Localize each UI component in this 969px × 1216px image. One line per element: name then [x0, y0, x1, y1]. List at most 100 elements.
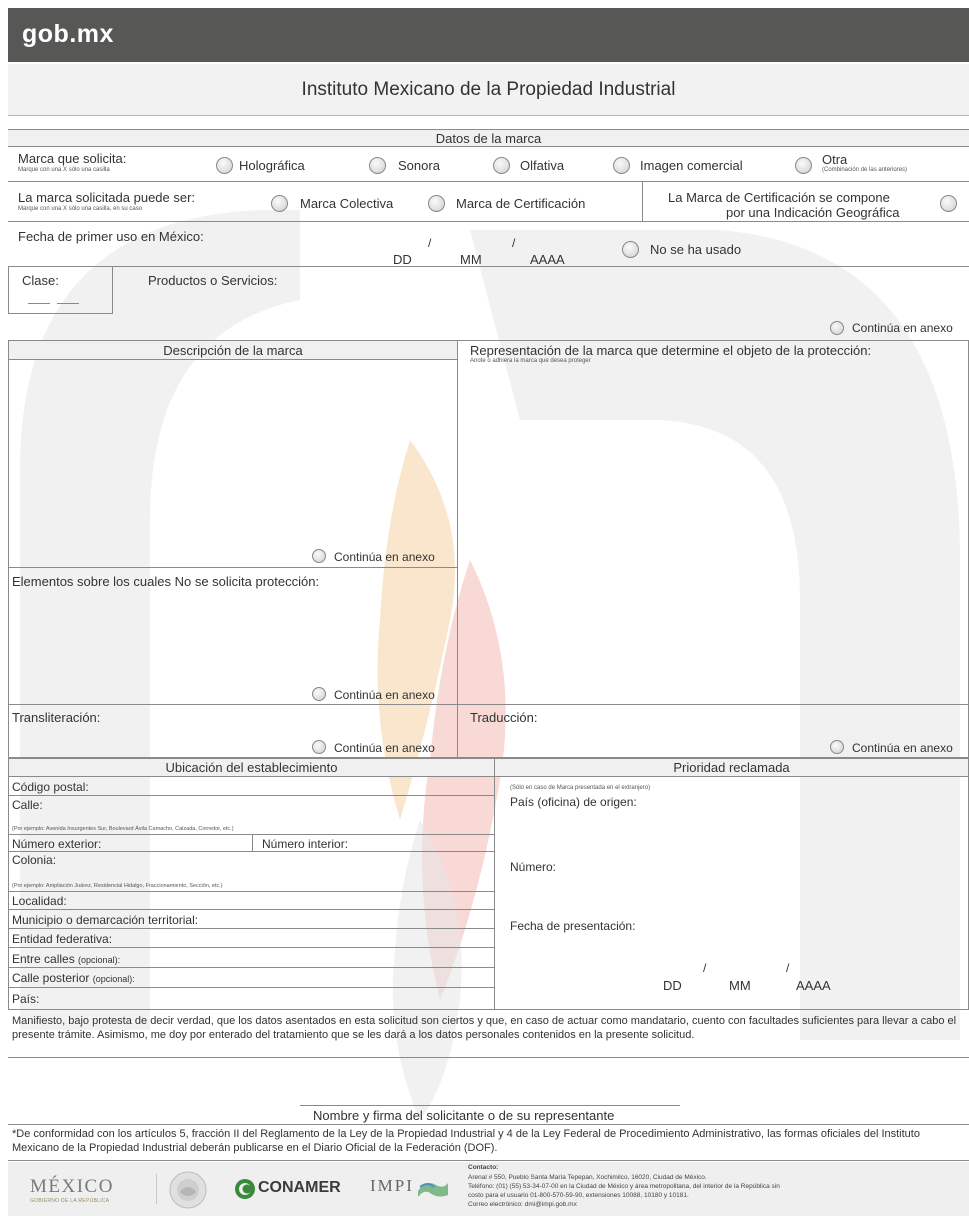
- mexico-logo: MÉXICO: [30, 1176, 114, 1197]
- divider: [8, 221, 969, 222]
- divider: [457, 340, 458, 758]
- anexo-descripcion-label: Continúa en anexo: [334, 550, 435, 564]
- radio-marca-colectiva[interactable]: [271, 195, 288, 212]
- divider: [8, 891, 495, 892]
- contacto-telefono: Teléfono: (01) (55) 53-34-07-00 en la Ci…: [468, 1183, 780, 1190]
- representacion-title: Representación de la marca que determine…: [470, 343, 872, 358]
- radio-otra[interactable]: [795, 157, 812, 174]
- impi-logo: IMPI: [370, 1176, 414, 1195]
- divider: [8, 967, 495, 968]
- radio-holografica[interactable]: [216, 157, 233, 174]
- elementos-label: Elementos sobre los cuales No se solicit…: [12, 574, 320, 589]
- prioridad-title: Prioridad reclamada: [495, 759, 968, 777]
- option-imagen-comercial: Imagen comercial: [640, 158, 743, 173]
- section-datos-marca: Datos de la marca: [8, 129, 969, 147]
- calle-posterior-label: Calle posterior (opcional):: [12, 971, 135, 985]
- divider: [8, 181, 969, 182]
- radio-anexo-traduccion[interactable]: [830, 740, 844, 754]
- descripcion-area: [8, 340, 969, 758]
- opcional-hint: (opcional):: [78, 955, 121, 965]
- geo-label-1: La Marca de Certificación se compone: [668, 190, 890, 205]
- geo-label-2: por una Indicación Geográfica: [726, 205, 900, 220]
- clase-label: Clase:: [22, 273, 59, 288]
- municipio-label: Municipio o demarcación territorial:: [12, 913, 199, 927]
- option-olfativa: Olfativa: [520, 158, 565, 173]
- radio-anexo-descripcion[interactable]: [312, 549, 326, 563]
- dd-label: DD: [393, 252, 412, 267]
- radio-marca-certificacion[interactable]: [428, 195, 445, 212]
- productos-label: Productos o Servicios:: [148, 273, 278, 288]
- radio-imagen-comercial[interactable]: [613, 157, 630, 174]
- anexo-productos-label: Continúa en anexo: [852, 321, 953, 335]
- no-usado-label: No se ha usado: [650, 242, 742, 257]
- prioridad-mm: MM: [729, 978, 751, 993]
- date-slash: /: [428, 236, 432, 250]
- fecha-presentacion-label: Fecha de presentación:: [510, 919, 636, 933]
- footer: MÉXICO GOBIERNO DE LA REPÚBLICA CONAMER …: [8, 1162, 969, 1216]
- marca-solicita-label: Marca que solicita:: [18, 151, 127, 166]
- form-page: gob.mx Instituto Mexicano de la Propieda…: [0, 0, 969, 1216]
- date-slash: /: [786, 961, 790, 975]
- numero-interior-label: Número interior:: [262, 837, 349, 851]
- otra-hint: (Combinación de las anteriores): [822, 167, 908, 173]
- marca-solicita-hint: Marque con una X sólo una casilla: [18, 167, 110, 173]
- anexo-traduccion-label: Continúa en anexo: [852, 741, 953, 755]
- colonia-label: Colonia:: [12, 853, 57, 867]
- option-holografica: Holográfica: [239, 158, 305, 173]
- radio-no-usado[interactable]: [622, 241, 639, 258]
- date-slash: /: [512, 236, 516, 250]
- option-marca-certificacion: Marca de Certificación: [456, 196, 586, 211]
- divider: [8, 795, 495, 796]
- pais-label: País:: [12, 992, 40, 1006]
- page-title: Instituto Mexicano de la Propiedad Indus…: [8, 64, 969, 116]
- clase-line: [28, 303, 50, 304]
- radio-olfativa[interactable]: [493, 157, 510, 174]
- footer-divider: [156, 1174, 157, 1204]
- date-slash: /: [703, 961, 707, 975]
- radio-sonora[interactable]: [369, 157, 386, 174]
- manifiesto-text: Manifiesto, bajo protesta de decir verda…: [12, 1015, 957, 1041]
- aaaa-label: AAAA: [530, 252, 565, 267]
- prioridad-aaaa: AAAA: [796, 978, 831, 993]
- escudo-icon: [169, 1171, 207, 1209]
- contacto-title: Contacto:: [468, 1164, 499, 1171]
- divider: [252, 834, 253, 851]
- gob-logo: gob.mx: [22, 20, 114, 48]
- divider: [8, 1057, 969, 1058]
- numero-exterior-label: Número exterior:: [12, 837, 102, 851]
- contacto-correo[interactable]: Correo electrónico: dmi@impi.gob.mx: [468, 1201, 577, 1209]
- divider: [8, 987, 495, 988]
- pais-origen-label: País (oficina) de origen:: [510, 795, 637, 809]
- descripcion-title: Descripción de la marca: [9, 341, 457, 360]
- opcional-hint: (opcional):: [92, 974, 135, 984]
- nota-text: *De conformidad con los artículos 5, fra…: [12, 1128, 920, 1154]
- calle-label: Calle:: [12, 798, 43, 812]
- colonia-hint: (Por ejemplo: Ampliación Juárez, Residen…: [12, 883, 223, 889]
- gobierno-logo-text: GOBIERNO DE LA REPÚBLICA: [30, 1198, 110, 1204]
- prioridad-hint: (Sólo en caso de Marca presentada en el …: [510, 785, 651, 791]
- anexo-elementos-label: Continúa en anexo: [334, 688, 435, 702]
- firma-label: Nombre y firma del solicitante o de su r…: [313, 1108, 615, 1123]
- radio-anexo-productos[interactable]: [830, 321, 844, 335]
- conamer-icon: [235, 1179, 255, 1199]
- mm-label: MM: [460, 252, 482, 267]
- divider: [8, 947, 495, 948]
- radio-anexo-transliteracion[interactable]: [312, 740, 326, 754]
- divider: [8, 1124, 969, 1125]
- representacion-hint: Anote o adhiera la marca que desea prote…: [470, 358, 591, 364]
- divider: [8, 928, 495, 929]
- option-marca-colectiva: Marca Colectiva: [300, 196, 394, 211]
- gob-header: gob.mx: [8, 8, 969, 62]
- fecha-uso-label: Fecha de primer uso en México:: [18, 229, 204, 244]
- transliteracion-label: Transliteración:: [12, 710, 101, 725]
- prioridad-dd: DD: [663, 978, 682, 993]
- radio-indicacion-geografica[interactable]: [940, 195, 957, 212]
- radio-anexo-elementos[interactable]: [312, 687, 326, 701]
- puede-ser-hint: Marque con una X sólo una casilla, en su…: [18, 206, 143, 212]
- entre-calles-text: Entre calles: [12, 952, 75, 966]
- puede-ser-label: La marca solicitada puede ser:: [18, 190, 196, 205]
- traduccion-label: Traducción:: [470, 710, 538, 725]
- ubicacion-title: Ubicación del establecimiento: [9, 759, 494, 777]
- codigo-postal-label: Código postal:: [12, 780, 89, 794]
- divider: [8, 567, 458, 568]
